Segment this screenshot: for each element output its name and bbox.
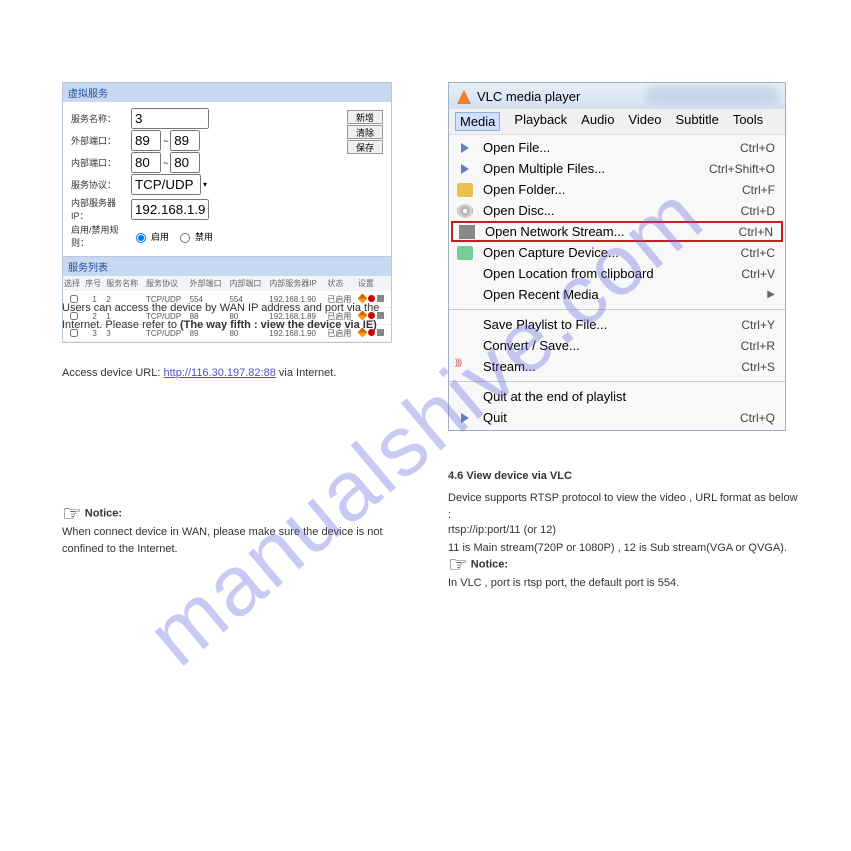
menu-open-capture[interactable]: Open Capture Device...Ctrl+C <box>449 242 785 263</box>
th-st: 状态 <box>326 276 356 291</box>
th-ext: 外部端口 <box>189 276 229 291</box>
blank-icon <box>457 318 473 332</box>
menu-open-folder[interactable]: Open Folder...Ctrl+F <box>449 179 785 200</box>
protocol-select[interactable] <box>131 174 201 195</box>
blank-icon <box>457 267 473 281</box>
menu-separator <box>449 381 785 382</box>
vlc-menubar: Media Playback Audio Video Subtitle Tool… <box>449 109 785 135</box>
folder-icon <box>457 183 473 197</box>
left-notice-text: When connect device in WAN, please make … <box>62 524 402 557</box>
network-icon <box>459 225 475 239</box>
vlc-title-blur <box>647 86 777 104</box>
wan-url-link[interactable]: http://116.30.197.82:88 <box>164 367 276 379</box>
menu-convert[interactable]: Convert / Save...Ctrl+R <box>449 335 785 356</box>
vlc-cone-icon <box>457 88 471 104</box>
enable-label: 启用 <box>151 230 169 243</box>
th-int: 内部端口 <box>228 276 268 291</box>
left-paragraph-1: Users can access the device by WAN IP ad… <box>62 300 402 333</box>
label-protocol: 服务协议： <box>71 178 131 191</box>
menu-save-playlist[interactable]: Save Playlist to File...Ctrl+Y <box>449 314 785 335</box>
th-ip: 内部服务器IP <box>268 276 326 291</box>
menu-media[interactable]: Media <box>455 112 500 131</box>
label-internal-ip: 内部服务器IP： <box>71 196 131 222</box>
disable-label: 禁用 <box>195 230 213 243</box>
dropdown-arrow-icon: ▾ <box>203 180 207 189</box>
blank-icon <box>457 288 473 302</box>
files-icon <box>461 164 469 174</box>
th-svc: 服务名称 <box>105 276 145 291</box>
menu-tools[interactable]: Tools <box>733 112 763 131</box>
th-cfg: 设置 <box>357 276 391 291</box>
enable-radio[interactable] <box>136 233 146 243</box>
int-port-to-input[interactable] <box>170 152 200 173</box>
range-sep: ~ <box>163 158 168 168</box>
left-paragraph-2: Access device URL: http://116.30.197.82:… <box>62 365 402 382</box>
rtsp-url-format: rtsp://ip:port/11 (or 12) <box>448 522 798 539</box>
range-sep: ~ <box>163 136 168 146</box>
menu-quit[interactable]: QuitCtrl+Q <box>449 407 785 428</box>
menu-open-clipboard[interactable]: Open Location from clipboardCtrl+V <box>449 263 785 284</box>
section-heading: 4.6 View device via VLC <box>448 465 798 487</box>
service-name-input[interactable] <box>131 108 209 129</box>
vlc-screenshot: VLC media player Media Playback Audio Vi… <box>448 82 788 431</box>
menu-open-recent[interactable]: Open Recent Media▶ <box>449 284 785 305</box>
menu-open-multiple[interactable]: Open Multiple Files...Ctrl+Shift+O <box>449 158 785 179</box>
right-paragraph-1: Device supports RTSP protocol to view th… <box>448 490 798 523</box>
file-icon <box>461 143 469 153</box>
disc-icon <box>457 204 473 218</box>
menu-video[interactable]: Video <box>628 112 661 131</box>
vlc-title-text: VLC media player <box>477 89 580 104</box>
new-button[interactable]: 新增 <box>347 110 383 124</box>
panel-header-service-list: 服务列表 <box>63 256 391 276</box>
menu-open-disc[interactable]: Open Disc...Ctrl+D <box>449 200 785 221</box>
int-port-from-input[interactable] <box>131 152 161 173</box>
th-proto: 服务协议 <box>145 276 189 291</box>
blank-icon <box>457 339 473 353</box>
disable-radio[interactable] <box>180 233 190 243</box>
th-sel: 选择 <box>63 276 84 291</box>
label-internal-port: 内部端口： <box>71 156 131 169</box>
clear-button[interactable]: 清除 <box>347 125 383 139</box>
stream-icon <box>457 360 473 374</box>
panel-header-virtual-service: 虚拟服务 <box>63 83 391 102</box>
quit-icon <box>461 413 469 423</box>
menu-playback[interactable]: Playback <box>514 112 567 131</box>
label-enable-rule: 启用/禁用规则： <box>71 223 131 249</box>
menu-audio[interactable]: Audio <box>581 112 614 131</box>
menu-stream[interactable]: Stream...Ctrl+S <box>449 356 785 377</box>
label-service-name: 服务名称： <box>71 112 131 125</box>
save-button[interactable]: 保存 <box>347 140 383 154</box>
menu-separator <box>449 309 785 310</box>
th-idx: 序号 <box>84 276 105 291</box>
menu-subtitle[interactable]: Subtitle <box>675 112 718 131</box>
menu-quit-end[interactable]: Quit at the end of playlist <box>449 386 785 407</box>
menu-open-file[interactable]: Open File...Ctrl+O <box>449 137 785 158</box>
label-external-port: 外部端口： <box>71 134 131 147</box>
right-notice-text: In VLC , port is rtsp port, the default … <box>448 575 798 592</box>
menu-open-network-stream[interactable]: Open Network Stream...Ctrl+N <box>451 221 783 242</box>
capture-icon <box>457 246 473 260</box>
vlc-titlebar: VLC media player <box>449 83 785 109</box>
ext-port-from-input[interactable] <box>131 130 161 151</box>
vlc-media-dropdown: Open File...Ctrl+O Open Multiple Files..… <box>449 135 785 430</box>
submenu-arrow-icon: ▶ <box>767 289 775 300</box>
ext-port-to-input[interactable] <box>170 130 200 151</box>
internal-ip-input[interactable] <box>131 199 209 220</box>
blank-icon <box>457 390 473 404</box>
